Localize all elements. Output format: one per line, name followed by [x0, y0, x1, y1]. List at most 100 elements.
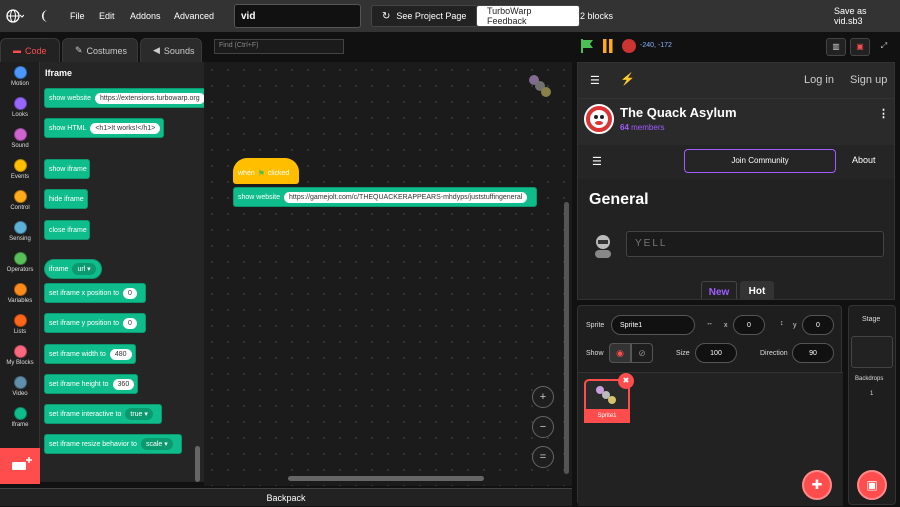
add-sprite-button[interactable]: ✚ — [802, 470, 832, 500]
member-count[interactable]: 64 members — [620, 123, 664, 132]
width-input[interactable]: 480 — [109, 348, 132, 360]
signup-link[interactable]: Sign up — [850, 74, 887, 86]
category-my-blocks[interactable]: My Blocks — [0, 345, 40, 366]
interactive-dropdown[interactable]: true — [125, 408, 153, 420]
category-looks[interactable]: Looks — [0, 97, 40, 118]
find-input[interactable]: Find (Ctrl+F) — [214, 39, 344, 54]
palette-scrollbar[interactable] — [195, 446, 200, 482]
login-link[interactable]: Log in — [804, 74, 834, 86]
block-set-y[interactable]: set iframe y position to 0 — [44, 313, 146, 333]
zoom-reset-button[interactable]: = — [532, 446, 554, 468]
more-options-icon[interactable]: ⋮ — [878, 107, 889, 120]
menu-file[interactable]: File — [62, 0, 93, 32]
channel-menu-icon[interactable]: ☰ — [592, 155, 602, 168]
script-url-input[interactable]: https://gamejolt.com/c/THEQUACKERAPPEARS… — [284, 191, 528, 203]
stop-button[interactable] — [622, 39, 636, 53]
horizontal-scrollbar[interactable] — [288, 476, 484, 481]
stage-canvas[interactable]: ☰ ⚡ Log in Sign up The Quack Asylum 64 m… — [577, 62, 895, 300]
url-input[interactable]: https://extensions.turbowarp.org — [95, 92, 204, 104]
x-input[interactable]: 0 — [733, 315, 765, 335]
sprite-thumbnail-icon — [526, 72, 556, 102]
project-title-input[interactable]: vid — [234, 4, 361, 28]
category-color-icon — [13, 407, 27, 420]
fullscreen-button[interactable]: ⤢ — [874, 38, 894, 56]
direction-input[interactable]: 90 — [792, 343, 834, 363]
member-count-label: members — [631, 123, 665, 132]
zoom-out-button[interactable]: − — [532, 416, 554, 438]
category-control[interactable]: Control — [0, 190, 40, 211]
category-events[interactable]: Events — [0, 159, 40, 180]
green-flag-button[interactable] — [580, 38, 594, 54]
tab-costumes[interactable]: ✎ Costumes — [62, 38, 138, 62]
script-workspace[interactable]: when ⚑ clicked show website https://game… — [204, 62, 572, 486]
y-input[interactable]: 0 — [123, 317, 137, 329]
tab-sounds[interactable]: ◀ Sounds — [140, 38, 202, 62]
backpack-bar[interactable]: Backpack — [0, 488, 572, 506]
large-stage-button[interactable]: ▣ — [850, 38, 870, 56]
category-iframe[interactable]: Iframe — [0, 407, 40, 428]
x-input[interactable]: 0 — [123, 287, 137, 299]
block-set-height[interactable]: set iframe height to 360 — [44, 374, 138, 394]
menu-addons[interactable]: Addons — [122, 0, 169, 32]
category-sensing[interactable]: Sensing — [0, 221, 40, 242]
block-set-resize[interactable]: set iframe resize behavior to scale — [44, 434, 182, 454]
category-label: My Blocks — [6, 360, 34, 366]
height-input[interactable]: 360 — [112, 378, 135, 390]
small-stage-button[interactable]: ▥ — [826, 38, 846, 56]
save-as-button[interactable]: Save as vid.sb3 — [826, 0, 900, 32]
iframe-property-dropdown[interactable]: url — [72, 263, 96, 275]
block-show-html[interactable]: show HTML <h1>It works!</h1> — [44, 118, 164, 138]
block-set-width[interactable]: set iframe width to 480 — [44, 344, 136, 364]
category-variables[interactable]: Variables — [0, 283, 40, 304]
block-close-iframe[interactable]: close iframe — [44, 220, 90, 240]
resize-dropdown[interactable]: scale — [140, 438, 173, 450]
block-show-website[interactable]: show website https://extensions.turbowar… — [44, 88, 204, 108]
category-lists[interactable]: Lists — [0, 314, 40, 335]
hamburger-menu-icon[interactable]: ☰ — [590, 74, 600, 87]
zoom-in-button[interactable]: + — [532, 386, 554, 408]
sort-hot-tab[interactable]: Hot — [740, 281, 774, 299]
script-show-website-block[interactable]: show website https://gamejolt.com/c/THEQ… — [233, 187, 537, 207]
globe-icon[interactable] — [6, 8, 25, 24]
gamejolt-logo-icon[interactable]: ⚡ — [620, 72, 635, 86]
mouse-coordinates: -240, -172 — [640, 42, 672, 49]
block-set-x[interactable]: set iframe x position to 0 — [44, 283, 146, 303]
image-plus-icon: ▣ — [866, 478, 878, 492]
category-sound[interactable]: Sound — [0, 128, 40, 149]
add-backdrop-button[interactable]: ▣ — [857, 470, 887, 500]
when-flag-clicked-block[interactable]: when ⚑ clicked — [233, 158, 299, 184]
category-video[interactable]: Video — [0, 376, 40, 397]
block-set-interactive[interactable]: set iframe interactive to true — [44, 404, 162, 424]
show-hidden-button[interactable]: ⊘ — [631, 343, 653, 363]
block-hide-iframe[interactable]: hide iframe — [44, 189, 88, 209]
size-input[interactable]: 100 — [695, 343, 737, 363]
delete-sprite-button[interactable]: ✖ — [618, 373, 634, 389]
vertical-scrollbar[interactable] — [564, 202, 569, 474]
block-show-iframe[interactable]: show iframe — [44, 159, 90, 179]
tab-code[interactable]: ▬ Code — [0, 38, 60, 62]
add-extension-button[interactable] — [0, 448, 40, 484]
sort-new-tab[interactable]: New — [701, 281, 737, 299]
category-operators[interactable]: Operators — [0, 252, 40, 273]
yell-input[interactable]: YELL — [626, 231, 884, 257]
feedback-button[interactable]: TurboWarp Feedback — [476, 5, 580, 27]
show-visible-button[interactable]: ◉ — [609, 343, 631, 363]
html-input[interactable]: <h1>It works!</h1> — [90, 122, 161, 134]
see-project-page-button[interactable]: ↻ See Project Page — [371, 5, 479, 27]
sprite-name-input[interactable]: Sprite1 — [611, 315, 695, 335]
community-name[interactable]: The Quack Asylum — [620, 105, 737, 120]
menu-advanced[interactable]: Advanced — [166, 0, 222, 32]
category-label: Looks — [11, 112, 28, 118]
community-avatar[interactable] — [584, 104, 614, 134]
stage-thumbnail[interactable] — [851, 336, 893, 368]
eye-icon: ◉ — [616, 348, 624, 358]
theme-moon-icon[interactable] — [40, 9, 52, 23]
stage-target-pane[interactable]: Stage Backdrops 1 ▣ — [848, 305, 896, 505]
menu-edit[interactable]: Edit — [91, 0, 123, 32]
category-motion[interactable]: Motion — [0, 66, 40, 87]
block-iframe-reporter[interactable]: iframe url — [44, 259, 102, 279]
y-input[interactable]: 0 — [802, 315, 834, 335]
join-community-button[interactable]: Join Community — [684, 149, 836, 173]
pause-button[interactable] — [602, 39, 614, 53]
about-tab[interactable]: About — [852, 155, 876, 165]
